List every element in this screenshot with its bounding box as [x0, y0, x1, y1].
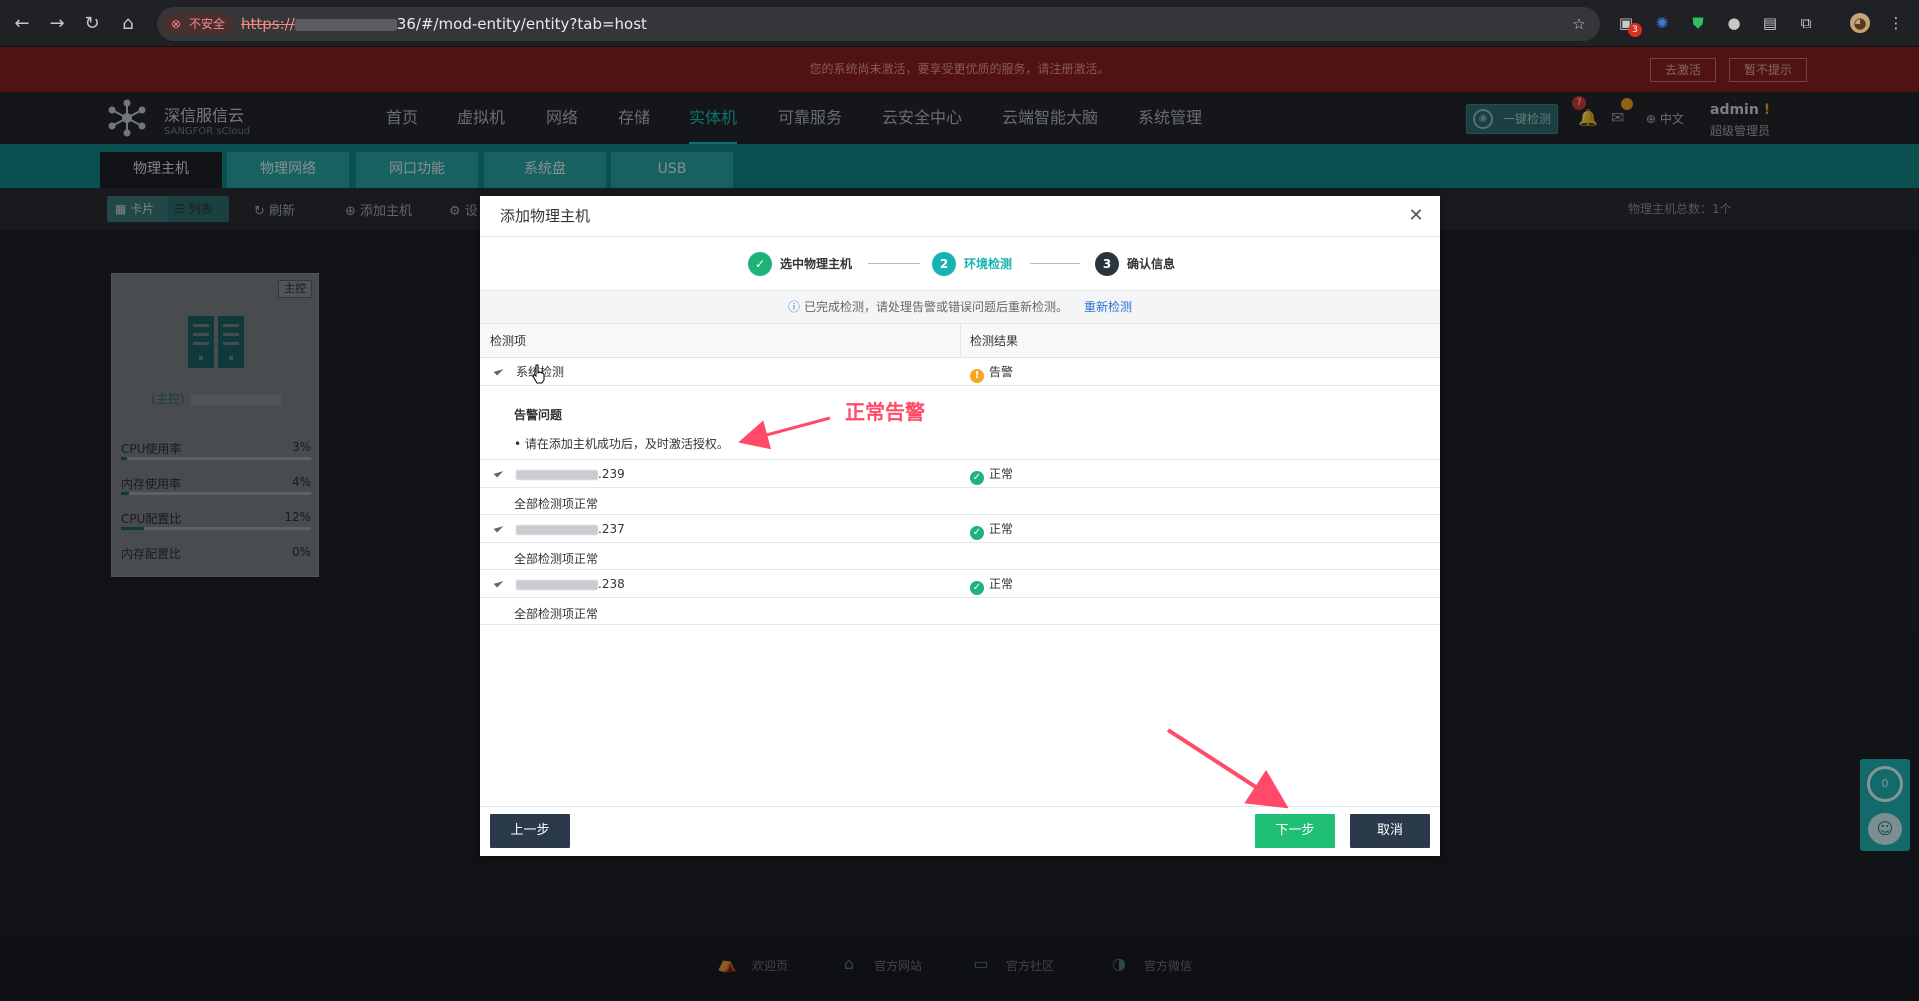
hand-cursor-icon	[532, 364, 545, 384]
arrow-to-warning	[738, 416, 831, 450]
arrow-to-next-button	[1166, 728, 1289, 809]
annotation-arrows	[738, 416, 1289, 809]
